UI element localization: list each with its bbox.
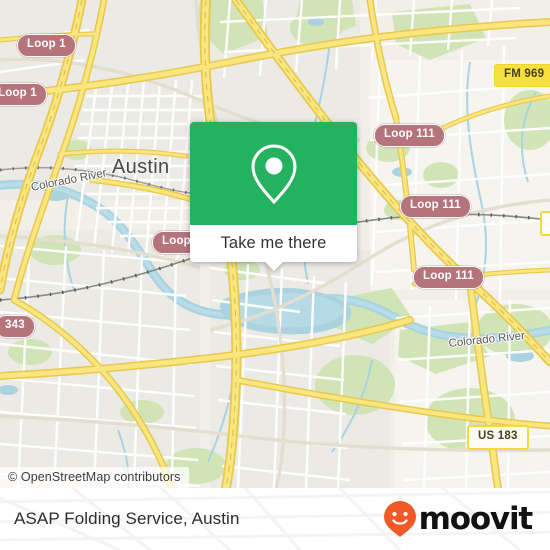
shield-loop-111-upper[interactable]: Loop 111 [374,124,445,147]
shield-fm-969[interactable]: FM 969 [494,64,550,87]
shield-loop-1-north[interactable]: Loop 1 [17,34,76,57]
take-me-there-button[interactable]: Take me there [190,225,357,271]
shield-loop-111-lower[interactable]: Loop 111 [413,266,484,289]
popup-pointer-tail [263,261,284,271]
shield-us-183-edge[interactable]: U [540,211,550,236]
page-title: ASAP Folding Service, Austin [14,509,240,528]
map-attribution[interactable]: © OpenStreetMap contributors [0,467,189,488]
moovit-logo[interactable]: moovit [383,500,534,538]
popup-header [190,122,357,225]
location-popup[interactable]: Take me there [190,122,357,271]
shield-loop-1-west[interactable]: Loop 1 [0,83,47,106]
map-page: Austin Colorado River Colorado River Loo… [0,0,550,550]
shield-us-183[interactable]: US 183 [467,425,529,450]
map-pin-icon [250,143,297,204]
footer-bar: ASAP Folding Service, Austin moovit [0,488,550,550]
take-me-there-label: Take me there [220,234,327,252]
map-canvas[interactable]: Austin Colorado River Colorado River Loo… [0,0,550,488]
moovit-smiley-pin-icon [383,501,416,537]
moovit-wordmark: moovit [418,500,534,537]
city-label-austin: Austin [112,156,170,178]
shield-loop-111-mid[interactable]: Loop 111 [400,195,471,218]
shield-343[interactable]: 343 [0,315,35,338]
